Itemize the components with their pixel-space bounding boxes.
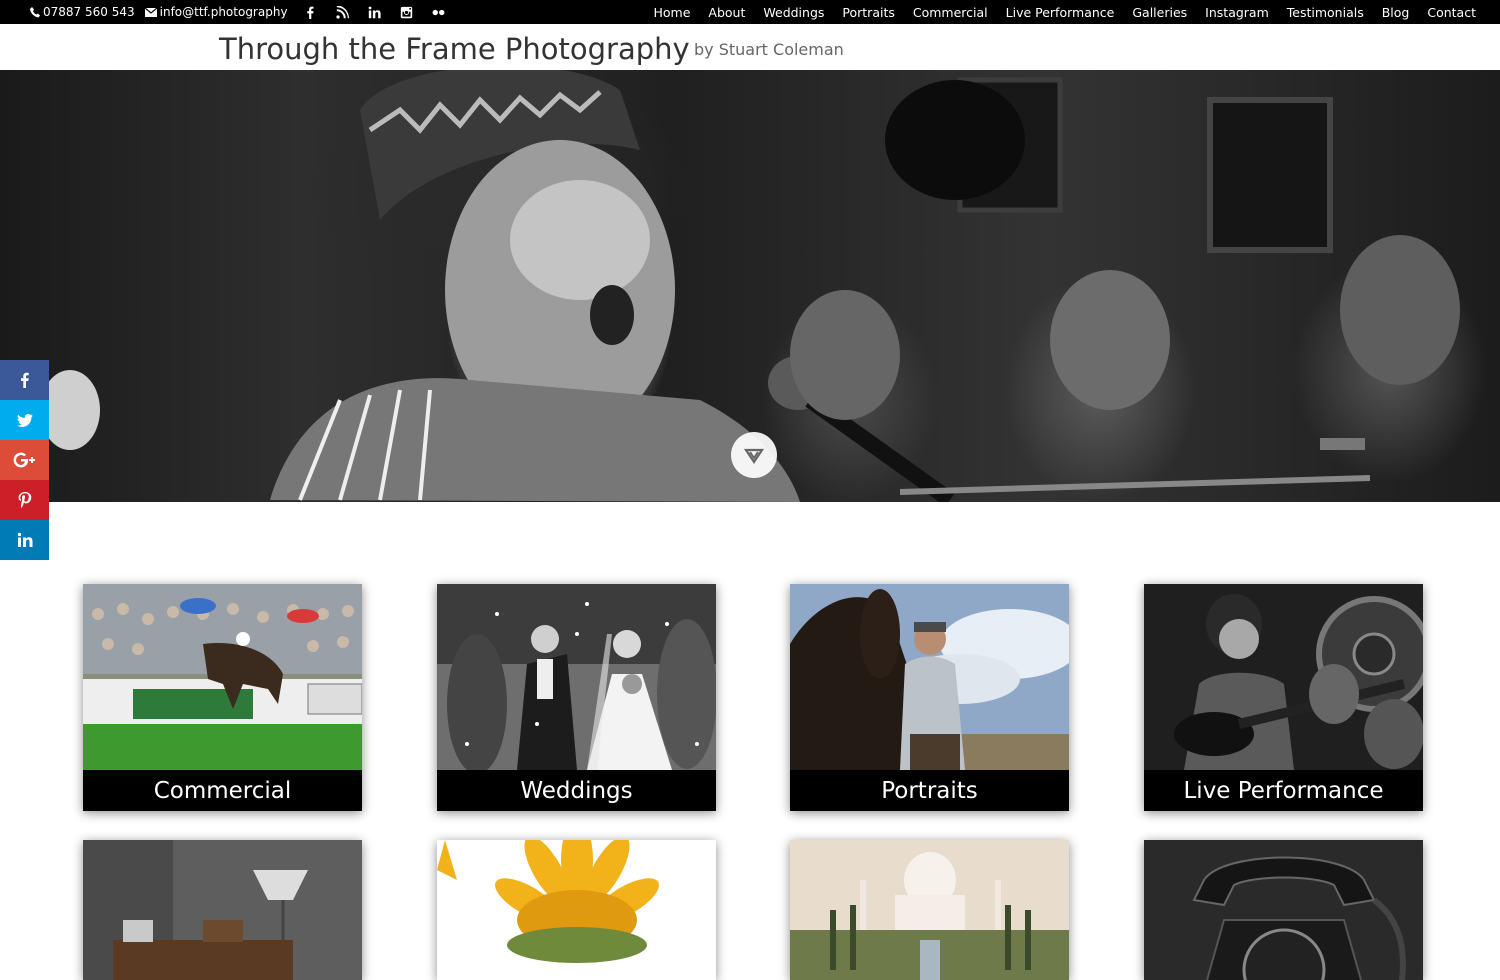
email-link[interactable]: info@ttf.photography — [144, 5, 288, 19]
rss-icon[interactable] — [334, 3, 352, 21]
nav-contact[interactable]: Contact — [1427, 5, 1476, 20]
gallery-tile-interiors[interactable] — [83, 840, 362, 980]
gallery-tile-live-performance[interactable]: Live Performance — [1144, 584, 1423, 811]
flickr-icon[interactable] — [430, 3, 448, 21]
instagram-icon[interactable] — [398, 3, 416, 21]
telephone-photo — [1144, 840, 1423, 980]
share-facebook-button[interactable] — [0, 360, 49, 400]
phone-number: 07887 560 543 — [43, 5, 135, 19]
nav-instagram[interactable]: Instagram — [1205, 5, 1269, 20]
contact-info: 07887 560 543 info@ttf.photography — [30, 0, 448, 24]
linkedin-icon[interactable] — [366, 3, 384, 21]
gallery-tile-weddings[interactable]: Weddings — [437, 584, 716, 811]
share-twitter-button[interactable] — [0, 400, 49, 440]
taj-mahal-photo — [790, 840, 1069, 980]
nav-galleries[interactable]: Galleries — [1132, 5, 1187, 20]
gallery-caption: Commercial — [83, 770, 362, 811]
twitter-icon — [16, 413, 33, 427]
pinterest-icon — [18, 492, 31, 508]
nav-live-performance[interactable]: Live Performance — [1006, 5, 1115, 20]
commercial-photo — [83, 584, 362, 770]
facebook-icon — [20, 372, 29, 388]
site-tagline: by Stuart Coleman — [694, 40, 844, 59]
site-header: Through the Frame Photography by Stuart … — [0, 24, 1500, 71]
main-nav: Home About Weddings Portraits Commercial… — [653, 0, 1476, 24]
top-bar: 07887 560 543 info@ttf.photography Home … — [0, 0, 1500, 24]
gallery-tile-flowers[interactable] — [437, 840, 716, 980]
weddings-photo — [437, 584, 716, 770]
facebook-icon[interactable] — [302, 3, 320, 21]
gallery-tile-commercial[interactable]: Commercial — [83, 584, 362, 811]
nav-blog[interactable]: Blog — [1382, 5, 1410, 20]
nav-home[interactable]: Home — [653, 5, 690, 20]
frame-logo-icon — [743, 448, 765, 464]
gallery-tile-portraits[interactable]: Portraits — [790, 584, 1069, 811]
social-share-bar — [0, 360, 49, 560]
nav-testimonials[interactable]: Testimonials — [1287, 5, 1364, 20]
gallery-tile-still-life[interactable] — [1144, 840, 1423, 980]
google-plus-icon — [13, 452, 35, 468]
nav-about[interactable]: About — [708, 5, 745, 20]
nav-commercial[interactable]: Commercial — [913, 5, 988, 20]
email-address: info@ttf.photography — [159, 5, 288, 19]
linkedin-icon — [17, 532, 32, 547]
live-performance-photo — [1144, 584, 1423, 770]
share-google-plus-button[interactable] — [0, 440, 49, 480]
gallery-caption: Weddings — [437, 770, 716, 811]
portraits-photo — [790, 584, 1069, 770]
share-linkedin-button[interactable] — [0, 520, 49, 560]
gallery-tile-travel[interactable] — [790, 840, 1069, 980]
gallery-caption: Live Performance — [1144, 770, 1423, 811]
nav-weddings[interactable]: Weddings — [763, 5, 824, 20]
share-pinterest-button[interactable] — [0, 480, 49, 520]
hero-logo-badge[interactable] — [731, 432, 777, 478]
phone-icon — [30, 6, 40, 17]
sunflower-photo — [437, 840, 716, 980]
phone-link[interactable]: 07887 560 543 — [30, 5, 135, 19]
gallery-caption: Portraits — [790, 770, 1069, 811]
nav-portraits[interactable]: Portraits — [842, 5, 894, 20]
envelope-icon — [144, 7, 157, 17]
site-title[interactable]: Through the Frame Photography — [219, 32, 690, 66]
interior-photo — [83, 840, 362, 980]
hero-image — [0, 70, 1500, 502]
